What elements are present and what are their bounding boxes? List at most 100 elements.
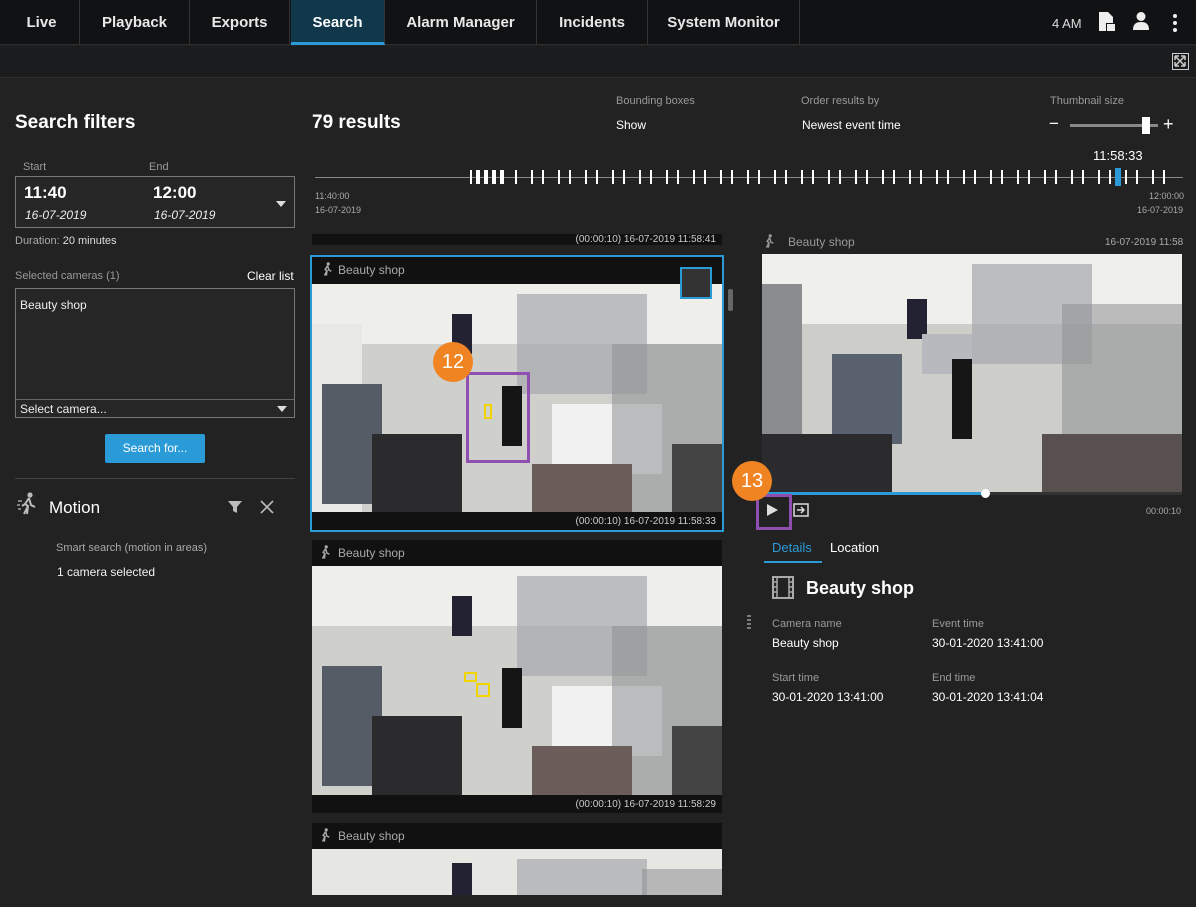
tab-alarm-manager[interactable]: Alarm Manager (385, 0, 537, 45)
result-card-header: Beauty shop (312, 540, 722, 566)
timeline-event-marker[interactable] (990, 170, 992, 184)
search-button[interactable]: Search for... (105, 434, 205, 463)
tab-details[interactable]: Details (772, 540, 812, 555)
timeline-event-marker[interactable] (502, 170, 504, 184)
timeline-event-marker[interactable] (585, 170, 587, 184)
timeline-event-marker[interactable] (839, 170, 841, 184)
timeline-event-marker[interactable] (920, 170, 922, 184)
timeline-event-marker[interactable] (963, 170, 965, 184)
timeline-event-marker[interactable] (1125, 170, 1127, 184)
timeline-event-marker[interactable] (531, 170, 533, 184)
tab-location[interactable]: Location (830, 540, 879, 555)
play-icon[interactable] (767, 504, 778, 516)
timeline-current-marker[interactable] (1115, 168, 1121, 186)
camera-list-item[interactable]: Beauty shop (20, 298, 87, 312)
tab-incidents[interactable]: Incidents (537, 0, 648, 45)
select-camera-dropdown[interactable]: Select camera... (20, 402, 107, 416)
progress-handle[interactable] (981, 489, 990, 498)
tab-live[interactable]: Live (4, 0, 80, 45)
bounding-boxes-dropdown[interactable]: Show (616, 118, 646, 132)
timeline-event-marker[interactable] (639, 170, 641, 184)
result-card[interactable]: (00:00:10) 16-07-2019 11:58:41 (312, 234, 722, 245)
timeline-event-marker[interactable] (785, 170, 787, 184)
zoom-out-button[interactable]: − (1049, 114, 1059, 134)
timeline-event-marker[interactable] (909, 170, 911, 184)
select-checkbox[interactable] (680, 267, 712, 299)
timeline-event-marker[interactable] (486, 170, 488, 184)
timeline-event-marker[interactable] (542, 170, 544, 184)
timeline-event-marker[interactable] (596, 170, 598, 184)
tab-exports[interactable]: Exports (190, 0, 290, 45)
document-icon[interactable] (1097, 11, 1117, 33)
timeline-event-marker[interactable] (1071, 170, 1073, 184)
timeline-event-marker[interactable] (720, 170, 722, 184)
resize-handle-icon[interactable] (747, 614, 751, 630)
user-icon[interactable] (1132, 11, 1150, 31)
timeline-event-marker[interactable] (893, 170, 895, 184)
timeline-event-marker[interactable] (774, 170, 776, 184)
timeline-event-marker[interactable] (1136, 170, 1138, 184)
timeline-event-marker[interactable] (1028, 170, 1030, 184)
close-icon[interactable] (260, 500, 274, 514)
slider-handle[interactable] (1142, 117, 1150, 134)
timeline-event-marker[interactable] (974, 170, 976, 184)
result-card[interactable]: Beauty shop (00:00:10) 16-07-2019 11:58:… (312, 540, 722, 813)
timeline-event-marker[interactable] (801, 170, 803, 184)
tab-playback[interactable]: Playback (80, 0, 190, 45)
timeline-event-marker[interactable] (812, 170, 814, 184)
clear-list-link[interactable]: Clear list (247, 269, 294, 283)
timeline-event-marker[interactable] (1163, 170, 1165, 184)
zoom-in-button[interactable]: + (1163, 114, 1174, 135)
timeline-event-marker[interactable] (1055, 170, 1057, 184)
order-results-dropdown[interactable]: Newest event time (802, 118, 901, 132)
tab-search[interactable]: Search (291, 0, 385, 45)
timeline-event-marker[interactable] (1109, 170, 1111, 184)
timeline-event-marker[interactable] (828, 170, 830, 184)
preview-video[interactable] (762, 254, 1182, 492)
more-options-icon[interactable] (1168, 13, 1182, 33)
timeline-event-marker[interactable] (947, 170, 949, 184)
results-scrollbar[interactable] (728, 289, 733, 311)
timeline-event-marker[interactable] (1098, 170, 1100, 184)
timeline-event-marker[interactable] (936, 170, 938, 184)
timeline-event-marker[interactable] (666, 170, 668, 184)
timeline-event-marker[interactable] (558, 170, 560, 184)
timeline-event-marker[interactable] (494, 170, 496, 184)
timeline-event-marker[interactable] (704, 170, 706, 184)
result-card[interactable]: Beauty shop (312, 823, 722, 895)
video-thumbnail[interactable] (312, 284, 722, 512)
timeline-event-marker[interactable] (693, 170, 695, 184)
timeline-event-marker[interactable] (650, 170, 652, 184)
fullscreen-icon[interactable] (1172, 53, 1189, 70)
timeline-event-marker[interactable] (855, 170, 857, 184)
timeline-event-marker[interactable] (747, 170, 749, 184)
timeline-event-marker[interactable] (623, 170, 625, 184)
timeline-event-marker[interactable] (478, 170, 480, 184)
video-thumbnail[interactable] (312, 849, 722, 895)
result-card-selected[interactable]: Beauty shop (00:00:10) 16-07-2019 11:58:… (310, 255, 724, 532)
timeline-event-marker[interactable] (677, 170, 679, 184)
timeline-event-marker[interactable] (758, 170, 760, 184)
search-timeline[interactable] (315, 168, 1183, 186)
chevron-down-icon[interactable] (276, 201, 286, 207)
timeline-event-marker[interactable] (866, 170, 868, 184)
timeline-event-marker[interactable] (612, 170, 614, 184)
timeline-event-marker[interactable] (1017, 170, 1019, 184)
timeline-event-marker[interactable] (882, 170, 884, 184)
timeline-event-marker[interactable] (1152, 170, 1154, 184)
chevron-down-icon[interactable] (277, 406, 287, 412)
thumbnail-size-slider[interactable] (1070, 117, 1158, 134)
timeline-event-marker[interactable] (731, 170, 733, 184)
timeline-event-marker[interactable] (470, 170, 472, 184)
timeline-event-marker[interactable] (515, 170, 517, 184)
timeline-event-marker[interactable] (1044, 170, 1046, 184)
timeline-event-marker[interactable] (1001, 170, 1003, 184)
time-range-selector[interactable]: 11:40 16-07-2019 12:00 16-07-2019 (15, 176, 295, 228)
video-thumbnail[interactable] (312, 566, 722, 795)
timeline-event-marker[interactable] (569, 170, 571, 184)
timeline-event-marker[interactable] (1082, 170, 1084, 184)
filter-icon[interactable] (227, 499, 243, 515)
tab-system-monitor[interactable]: System Monitor (648, 0, 800, 45)
export-icon[interactable] (793, 503, 809, 517)
playback-progress-bar[interactable] (762, 489, 1182, 498)
